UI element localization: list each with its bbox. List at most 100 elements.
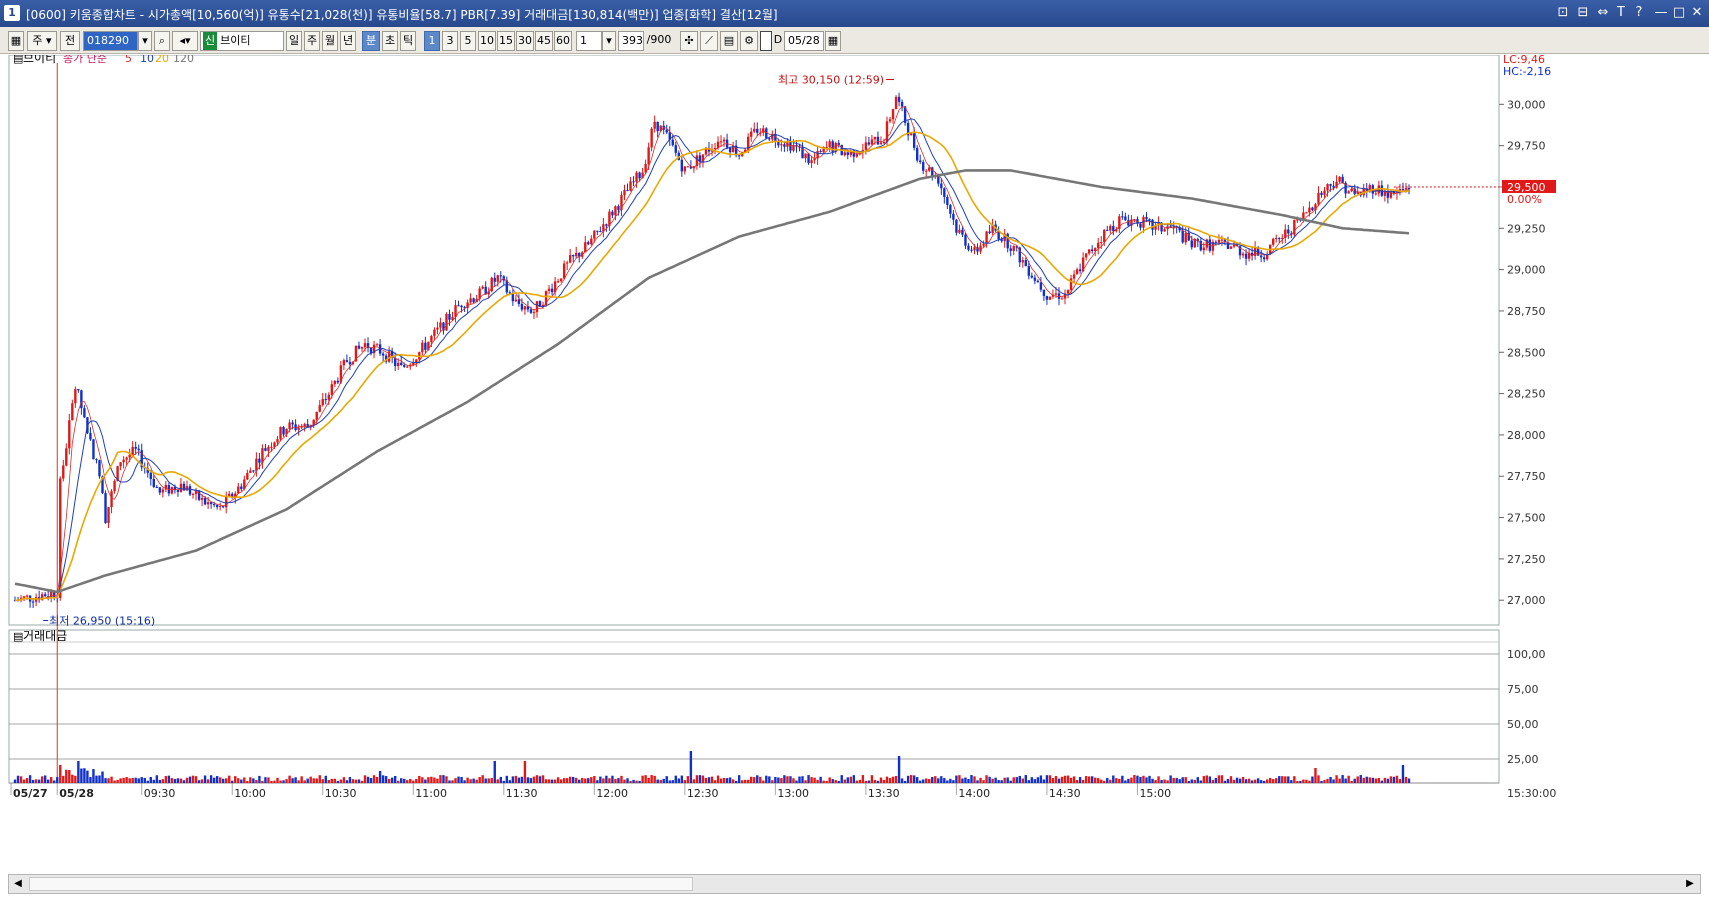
date-input[interactable]: 05/28 xyxy=(784,31,824,51)
chart-area[interactable]: 30,00029,75029,50029,25029,00028,75028,5… xyxy=(7,55,1709,875)
window-icon-1[interactable]: ⊡ xyxy=(1554,4,1572,22)
layout-icon[interactable]: ▦ xyxy=(8,31,24,51)
candle-body xyxy=(1084,253,1088,258)
help-icon[interactable]: ? xyxy=(1630,4,1648,22)
minimize-icon[interactable]: — xyxy=(1652,4,1670,22)
volume-bar xyxy=(197,780,201,783)
y-tick-label: 28,500 xyxy=(1507,346,1546,359)
volume-bar xyxy=(629,780,632,783)
interval-15[interactable]: 15 xyxy=(497,31,515,51)
candle-body xyxy=(918,160,922,163)
save-icon[interactable]: ▤ xyxy=(720,31,738,51)
tab-year[interactable]: 년 xyxy=(340,31,356,51)
chart-toolbar: ▦ 주 ▾ 전 018290 ▾ ⌕ ◂▾ 신 브이티 일 주 월 년 분 초 틱… xyxy=(0,27,1709,54)
candle-body xyxy=(780,144,783,146)
candle-body xyxy=(1021,260,1024,263)
volume-bar xyxy=(318,775,321,783)
sound-icon[interactable]: ◂▾ xyxy=(172,31,198,51)
scroll-left-icon[interactable]: ◀ xyxy=(10,876,26,892)
volume-bar xyxy=(34,779,38,783)
calendar-icon[interactable]: ▦ xyxy=(825,31,841,51)
scope-button[interactable]: 전 xyxy=(60,31,80,51)
tab-tick[interactable]: 틱 xyxy=(400,31,416,51)
crosshair-icon[interactable]: ✣ xyxy=(680,31,698,51)
candle-body xyxy=(218,506,222,508)
interval-45[interactable]: 45 xyxy=(535,31,553,51)
scroll-right-icon[interactable]: ▶ xyxy=(1682,876,1698,892)
volume-bar xyxy=(1072,776,1076,783)
candle-body xyxy=(406,366,409,368)
candle-body xyxy=(988,231,991,234)
title-bar: 1 [0600] 키움종합차트 - 시가총액[10,560(억)] 유통수[21… xyxy=(0,0,1709,27)
candle-body xyxy=(807,153,810,164)
volume-bar xyxy=(249,777,252,783)
volume-bar xyxy=(68,770,71,783)
interval-10[interactable]: 10 xyxy=(478,31,496,51)
volume-bar xyxy=(572,776,575,783)
search-icon[interactable]: ⌕ xyxy=(154,31,170,51)
candle-body xyxy=(1190,240,1193,248)
x-tick-label: 05/28 xyxy=(59,787,94,800)
interval-5[interactable]: 5 xyxy=(460,31,476,51)
candle-body xyxy=(1202,247,1206,251)
tab-month[interactable]: 월 xyxy=(322,31,338,51)
candle-body xyxy=(864,142,868,150)
date-checkbox[interactable] xyxy=(760,31,772,51)
interval-1[interactable]: 1 xyxy=(424,31,440,51)
volume-bar xyxy=(1311,776,1314,783)
volume-bar xyxy=(614,778,617,783)
window-icon-2[interactable]: ⊟ xyxy=(1574,4,1592,22)
volume-bar xyxy=(759,776,762,783)
candle-body xyxy=(949,204,952,214)
volume-bar xyxy=(1196,777,1199,783)
candle-body xyxy=(737,155,741,157)
candle-body xyxy=(728,147,732,153)
volume-bar xyxy=(50,777,53,783)
candle-body xyxy=(421,342,424,353)
tab-day[interactable]: 일 xyxy=(286,31,302,51)
interval-30[interactable]: 30 xyxy=(516,31,534,51)
price-volume-chart[interactable]: 30,00029,75029,50029,25029,00028,75028,5… xyxy=(7,55,1709,875)
close-icon[interactable]: ✕ xyxy=(1688,4,1706,22)
volume-bar xyxy=(659,779,662,783)
volume-bar xyxy=(991,778,994,783)
gear-icon[interactable]: ⚙ xyxy=(740,31,758,51)
maximize-icon[interactable]: □ xyxy=(1670,4,1688,22)
multiplier-input[interactable]: 1 xyxy=(576,31,602,51)
volume-bar xyxy=(95,775,98,783)
tab-minute[interactable]: 분 xyxy=(362,31,380,51)
interval-60[interactable]: 60 xyxy=(554,31,572,51)
volume-bar xyxy=(1278,776,1281,783)
volume-bar xyxy=(89,776,92,783)
stock-name-field[interactable]: 신 브이티 xyxy=(200,31,284,51)
volume-bar xyxy=(104,778,107,783)
volume-bar xyxy=(1272,779,1275,783)
x-tick-label: 14:30 xyxy=(1049,787,1081,800)
volume-bar xyxy=(1033,779,1037,783)
chart-scrollbar[interactable]: ◀ ▶ xyxy=(8,874,1701,894)
line-tool-icon[interactable]: ⟋ xyxy=(700,31,718,51)
multiplier-dropdown-icon[interactable]: ▾ xyxy=(602,31,616,51)
volume-bar xyxy=(1172,777,1175,783)
count-input[interactable]: 393 xyxy=(618,31,644,51)
candle-body xyxy=(804,153,807,159)
volume-bar xyxy=(13,779,17,783)
text-icon[interactable]: T xyxy=(1612,4,1630,22)
scroll-thumb[interactable] xyxy=(29,877,693,891)
volume-bar xyxy=(215,776,219,783)
volume-bar xyxy=(599,776,602,783)
interval-3[interactable]: 3 xyxy=(442,31,458,51)
candle-body xyxy=(1338,176,1341,182)
tab-second[interactable]: 초 xyxy=(382,31,398,51)
candle-body xyxy=(614,206,617,216)
stock-code-input[interactable]: 018290 xyxy=(83,31,138,51)
code-dropdown-icon[interactable]: ▾ xyxy=(138,31,152,51)
link-icon[interactable]: ⇔ xyxy=(1594,4,1612,22)
candle-body xyxy=(448,313,451,320)
market-select[interactable]: 주 ▾ xyxy=(27,31,57,51)
volume-bar xyxy=(680,775,684,783)
volume-bar xyxy=(891,776,895,783)
volume-bar xyxy=(743,779,747,783)
tab-week[interactable]: 주 xyxy=(304,31,320,51)
y-tick-label: 29,250 xyxy=(1507,222,1546,235)
